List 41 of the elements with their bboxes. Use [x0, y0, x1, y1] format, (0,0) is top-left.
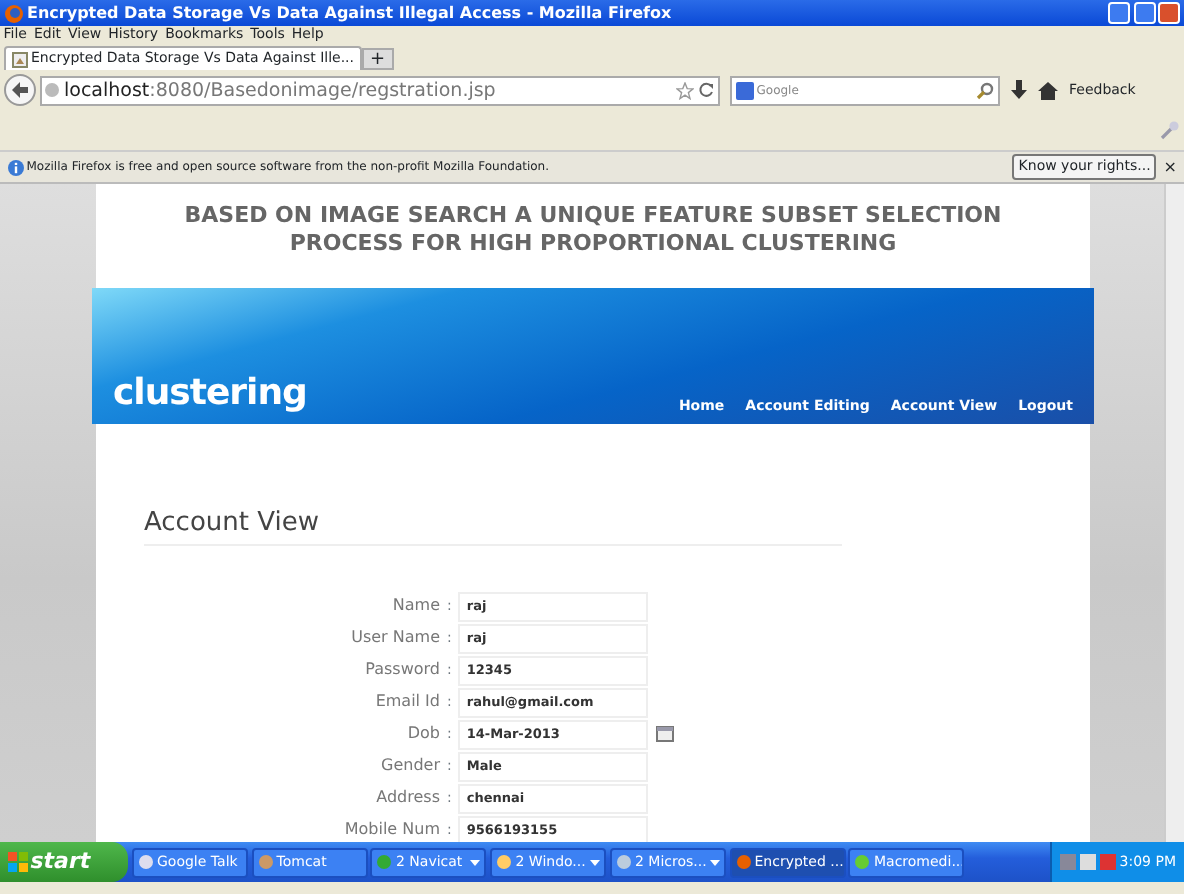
app-icon: [137, 854, 154, 870]
home-icon[interactable]: [1038, 81, 1059, 99]
search-engine-icon[interactable]: [735, 81, 753, 99]
page-heading: BASED ON IMAGE SEARCH A UNIQUE FEATURE SUBSET SELECTION PROCESS FOR HIGH PROPORTIONAL CLUSTERING: [182, 202, 1004, 258]
field-label: User Name: [349, 626, 440, 651]
scrollbar[interactable]: [1164, 184, 1184, 842]
address-field[interactable]: localhost:8080/Basedonimage/regstration.jsp: [39, 75, 719, 105]
field-label: Address: [374, 786, 440, 811]
reload-icon[interactable]: [697, 82, 714, 98]
page-icon: [11, 51, 28, 67]
minimize-button[interactable]: [1107, 2, 1130, 24]
field-label: Name: [390, 594, 440, 619]
field-label: Password: [363, 658, 440, 683]
search-icon[interactable]: [976, 81, 994, 99]
maximize-button[interactable]: [1133, 2, 1155, 24]
firefox-icon: [3, 3, 24, 23]
app-icon: [496, 854, 512, 870]
window-title: Encrypted Data Storage Vs Data Against Illegal Access - Mozilla Firefox: [27, 1, 674, 25]
field-label: Mobile Num: [342, 818, 440, 842]
app-icon: [376, 854, 393, 870]
url-text: localhost:8080/Basedonimage/regstration.jsp: [64, 77, 498, 103]
site-logo: clustering: [113, 370, 309, 419]
section-title: Account View: [144, 506, 321, 542]
tray-icons[interactable]: [1060, 853, 1117, 871]
field-label: Email Id: [373, 690, 440, 715]
info-icon: [7, 159, 23, 175]
app-icon: [257, 854, 273, 870]
field-label: Dob: [405, 722, 440, 747]
star-icon[interactable]: [676, 81, 694, 99]
app-icon: [735, 854, 751, 870]
back-button[interactable]: [3, 74, 36, 106]
calendar-icon[interactable]: [656, 726, 675, 743]
close-button[interactable]: [1158, 2, 1181, 24]
new-tab-button[interactable]: +: [362, 48, 394, 70]
download-icon[interactable]: [1010, 80, 1028, 100]
app-icon: [854, 854, 871, 870]
app-icon: [615, 854, 632, 870]
field-label: Gender: [379, 754, 440, 779]
close-button[interactable]: ×: [1163, 155, 1177, 179]
back-arrow-icon: [9, 80, 30, 100]
windows-logo-icon: [7, 852, 27, 872]
